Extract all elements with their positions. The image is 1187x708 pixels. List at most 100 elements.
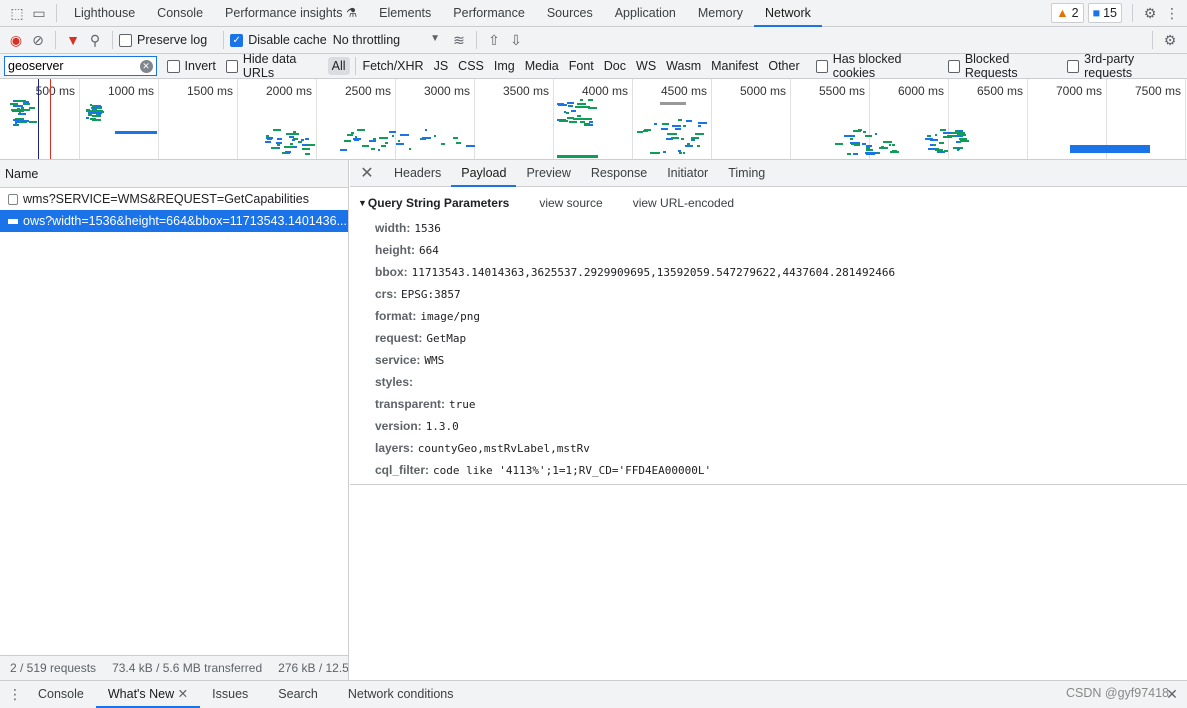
checkbox-box: [166, 59, 180, 73]
tab-console[interactable]: Console: [146, 0, 214, 27]
settings-gear-icon[interactable]: ⚙: [1139, 2, 1161, 24]
filter-type-font[interactable]: Font: [565, 57, 598, 75]
warnings-badge[interactable]: ▲ 2: [1051, 3, 1084, 23]
tab-lighthouse[interactable]: Lighthouse: [63, 0, 146, 27]
filter-type-all[interactable]: All: [327, 57, 350, 75]
request-row-selected[interactable]: ows?width=1536&height=664&bbox=11713543.…: [0, 210, 348, 232]
timeline-request-mark: [284, 145, 295, 148]
timeline-request-mark: [277, 137, 282, 140]
close-tab-icon[interactable]: ✕: [178, 687, 188, 701]
filter-type-img[interactable]: Img: [490, 57, 519, 75]
timeline-marker-line: [38, 79, 39, 159]
more-menu-icon[interactable]: ⋮: [1161, 2, 1183, 24]
tab-preview[interactable]: Preview: [516, 160, 580, 187]
clear-icon[interactable]: ⊘: [27, 29, 49, 51]
timeline-tick-label: 7500 ms: [1134, 84, 1181, 98]
network-conditions-icon[interactable]: ≋: [448, 29, 470, 51]
timeline-request-mark: [303, 147, 310, 150]
tab-headers[interactable]: Headers: [384, 160, 451, 187]
filter-type-js[interactable]: JS: [430, 57, 453, 75]
inspect-element-icon[interactable]: ⬚: [6, 2, 28, 24]
timeline-tick-label: 5500 ms: [818, 84, 865, 98]
param-value: image/png: [420, 310, 480, 323]
name-column-header[interactable]: Name: [0, 160, 348, 188]
drawer-tab-console[interactable]: Console: [26, 681, 96, 708]
tab-memory[interactable]: Memory: [687, 0, 754, 27]
filter-bar: ✕ Invert Hide data URLs All Fetch/XHR JS…: [0, 52, 1187, 80]
filter-type-ws[interactable]: WS: [632, 57, 660, 75]
tab-application[interactable]: Application: [604, 0, 687, 27]
filter-type-wasm[interactable]: Wasm: [662, 57, 705, 75]
timeline-request-mark: [939, 142, 945, 145]
filter-input-wrapper[interactable]: ✕: [4, 56, 157, 76]
record-stop-icon[interactable]: ◉: [5, 29, 27, 51]
filter-type-fetch-xhr[interactable]: Fetch/XHR: [358, 57, 427, 75]
tab-performance[interactable]: Performance: [442, 0, 536, 27]
timeline-tick-label: 500 ms: [35, 84, 75, 98]
export-har-icon[interactable]: ⇩: [505, 29, 527, 51]
drawer-tab-search[interactable]: Search: [260, 681, 336, 708]
clear-filter-icon[interactable]: ✕: [139, 59, 153, 73]
network-overview-timeline[interactable]: 500 ms 1000 ms 1500 ms 2000 ms 2500 ms 3000 m…: [0, 79, 1187, 160]
timeline-request-mark: [275, 142, 283, 145]
tab-response[interactable]: Response: [581, 160, 657, 187]
query-string-header[interactable]: ▼ Query String Parameters view source vi…: [358, 195, 1187, 211]
timeline-request-mark: [465, 144, 475, 147]
query-param: bbox: 11713543.14014363,3625537.292990969…: [375, 261, 1187, 283]
view-source-link[interactable]: view source: [539, 196, 602, 210]
disable-cache-checkbox[interactable]: ✓ Disable cache: [230, 33, 327, 47]
tab-timing[interactable]: Timing: [718, 160, 775, 187]
request-row[interactable]: wms?SERVICE=WMS&REQUEST=GetCapabilities: [0, 188, 348, 210]
timeline-request-mark: [558, 104, 567, 107]
invert-checkbox[interactable]: Invert: [166, 59, 216, 73]
import-har-icon[interactable]: ⇧: [483, 29, 505, 51]
network-settings-gear-icon[interactable]: ⚙: [1159, 29, 1181, 51]
messages-badge[interactable]: ■ 15: [1087, 3, 1122, 23]
timeline-request-mark: [347, 134, 354, 137]
timeline-request-mark: [357, 129, 366, 132]
timeline-request-mark: [935, 134, 938, 137]
tab-performance-insights[interactable]: Performance insights ⚗: [214, 0, 368, 27]
filter-type-manifest[interactable]: Manifest: [707, 57, 762, 75]
param-value: 1536: [414, 222, 441, 235]
tab-sources[interactable]: Sources: [536, 0, 604, 27]
tab-payload[interactable]: Payload: [451, 160, 517, 187]
query-param: layers: countyGeo,mstRvLabel,mstRv: [375, 437, 1187, 459]
device-toolbar-icon[interactable]: ▭: [28, 2, 50, 24]
filter-icon[interactable]: ▼: [62, 29, 84, 51]
has-blocked-cookies-checkbox[interactable]: Has blocked cookies: [815, 52, 938, 80]
timeline-request-mark: [379, 136, 389, 139]
timeline-request-mark: [10, 102, 19, 105]
search-icon[interactable]: ⚲: [84, 29, 106, 51]
param-value: GetMap: [426, 332, 467, 345]
tab-initiator[interactable]: Initiator: [657, 160, 718, 187]
close-detail-icon[interactable]: ✕: [356, 162, 378, 184]
timeline-tick-label: 2000 ms: [265, 84, 312, 98]
view-url-encoded-link[interactable]: view URL-encoded: [633, 196, 734, 210]
timeline-request-mark: [853, 144, 861, 147]
request-detail-panel: ✕ Headers Payload Preview Response Initi…: [350, 160, 1187, 485]
drawer-tab-whats-new[interactable]: What's New ✕: [95, 681, 201, 708]
param-key: width:: [375, 221, 411, 235]
filter-type-doc[interactable]: Doc: [600, 57, 630, 75]
blocked-requests-checkbox[interactable]: Blocked Requests: [947, 52, 1057, 80]
filter-type-other[interactable]: Other: [764, 57, 803, 75]
hide-data-urls-checkbox[interactable]: Hide data URLs: [225, 52, 324, 80]
filter-type-css[interactable]: CSS: [454, 57, 488, 75]
timeline-request-mark: [397, 139, 400, 142]
filter-type-media[interactable]: Media: [521, 57, 563, 75]
param-value: true: [449, 398, 476, 411]
third-party-requests-checkbox[interactable]: 3rd-party requests: [1067, 52, 1177, 80]
drawer-menu-icon[interactable]: ⋮: [4, 684, 26, 706]
drawer-tab-network-conditions[interactable]: Network conditions: [336, 681, 466, 708]
drawer-tab-issues[interactable]: Issues: [200, 681, 260, 708]
throttling-select[interactable]: No throttling ▼: [333, 33, 440, 47]
timeline-request-mark: [589, 123, 594, 126]
tab-network[interactable]: Network: [754, 0, 822, 27]
tab-elements[interactable]: Elements: [368, 0, 442, 27]
timeline-request-mark: [89, 104, 93, 107]
preserve-log-checkbox[interactable]: Preserve log: [119, 33, 207, 47]
filter-input[interactable]: [8, 59, 140, 73]
image-icon: [8, 218, 18, 224]
param-key: cql_filter:: [375, 463, 430, 477]
